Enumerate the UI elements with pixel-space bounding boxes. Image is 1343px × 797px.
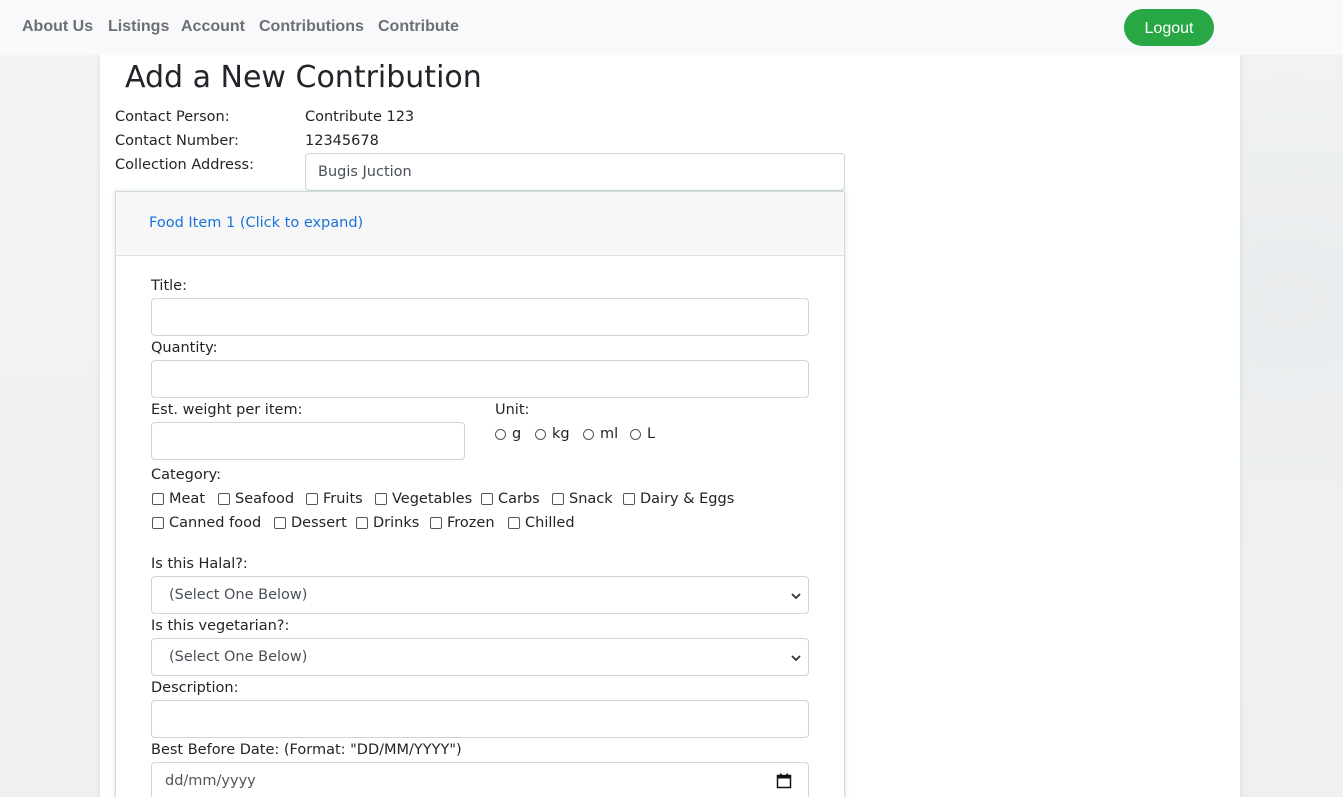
- chevron-down-icon: [791, 655, 801, 662]
- unit-label: Unit:: [495, 402, 530, 418]
- description-label: Description:: [151, 680, 239, 696]
- title-label: Title:: [151, 278, 187, 294]
- category-option-canned-food: Canned food: [169, 515, 262, 531]
- quantity-input[interactable]: [151, 360, 809, 398]
- halal-selected-value: (Select One Below): [169, 587, 308, 603]
- category-checkbox-seafood[interactable]: [218, 493, 230, 505]
- contact-number-label: Contact Number:: [115, 133, 239, 149]
- title-input[interactable]: [151, 298, 809, 336]
- weight-input[interactable]: [151, 422, 465, 460]
- calendar-icon[interactable]: [776, 773, 792, 789]
- category-label: Category:: [151, 467, 222, 483]
- page-title: Add a New Contribution: [125, 60, 482, 95]
- category-option-seafood: Seafood: [235, 491, 295, 507]
- unit-radio-kg[interactable]: [535, 429, 546, 440]
- category-option-fruits: Fruits: [323, 491, 363, 507]
- contact-number-value: 12345678: [305, 133, 379, 149]
- category-option-dessert: Dessert: [291, 515, 347, 531]
- contact-person-value: Contribute 123: [305, 109, 415, 125]
- category-option-frozen: Frozen: [447, 515, 495, 531]
- category-checkbox-chilled[interactable]: [508, 517, 520, 529]
- category-checkbox-dairy-eggs[interactable]: [623, 493, 635, 505]
- category-checkbox-dessert[interactable]: [274, 517, 286, 529]
- unit-option-l: L: [647, 426, 656, 442]
- collection-address-input[interactable]: [305, 153, 845, 191]
- quantity-label: Quantity:: [151, 340, 218, 356]
- chevron-down-icon: [791, 593, 801, 600]
- vegetarian-selected-value: (Select One Below): [169, 649, 308, 665]
- category-option-carbs: Carbs: [498, 491, 540, 507]
- best-before-label: Best Before Date: (Format: "DD/MM/YYYY"): [151, 742, 462, 758]
- category-checkbox-meat[interactable]: [152, 493, 164, 505]
- content-layer: Add a New Contribution Contact Person: C…: [0, 0, 1343, 797]
- description-input[interactable]: [151, 700, 809, 738]
- weight-label: Est. weight per item:: [151, 402, 303, 418]
- food-item-header[interactable]: Food Item 1 (Click to expand): [116, 192, 844, 256]
- unit-radio-g[interactable]: [495, 429, 506, 440]
- category-checkbox-carbs[interactable]: [481, 493, 493, 505]
- category-checkbox-canned-food[interactable]: [152, 517, 164, 529]
- unit-radio-l[interactable]: [630, 429, 641, 440]
- unit-option-kg: kg: [552, 426, 570, 442]
- category-option-dairy-eggs: Dairy & Eggs: [640, 491, 735, 507]
- unit-radio-ml[interactable]: [583, 429, 594, 440]
- unit-option-ml: ml: [600, 426, 619, 442]
- category-checkbox-fruits[interactable]: [306, 493, 318, 505]
- food-item-toggle-link[interactable]: Food Item 1 (Click to expand): [149, 215, 363, 231]
- collection-address-label: Collection Address:: [115, 157, 254, 173]
- halal-select[interactable]: (Select One Below): [151, 576, 809, 614]
- category-checkbox-vegetables[interactable]: [375, 493, 387, 505]
- category-checkbox-drinks[interactable]: [356, 517, 368, 529]
- category-checkbox-snack[interactable]: [552, 493, 564, 505]
- category-option-drinks: Drinks: [373, 515, 420, 531]
- contact-person-label: Contact Person:: [115, 109, 230, 125]
- category-option-chilled: Chilled: [525, 515, 575, 531]
- category-option-snack: Snack: [569, 491, 613, 507]
- category-option-vegetables: Vegetables: [392, 491, 473, 507]
- vegetarian-label: Is this vegetarian?:: [151, 618, 290, 634]
- best-before-placeholder: dd/mm/yyyy: [165, 773, 256, 789]
- unit-option-g: g: [512, 426, 522, 442]
- halal-label: Is this Halal?:: [151, 556, 248, 572]
- best-before-date-input[interactable]: dd/mm/yyyy: [151, 762, 809, 797]
- vegetarian-select[interactable]: (Select One Below): [151, 638, 809, 676]
- category-checkbox-frozen[interactable]: [430, 517, 442, 529]
- category-option-meat: Meat: [169, 491, 206, 507]
